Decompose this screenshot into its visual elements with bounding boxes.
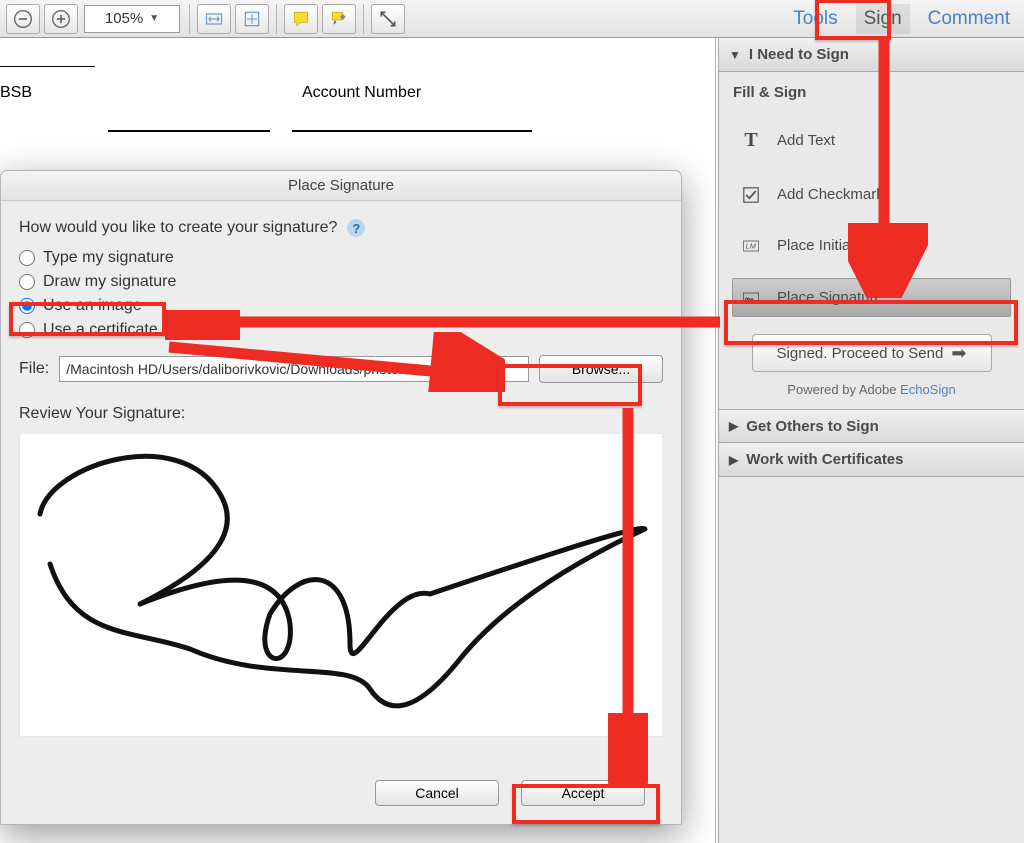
- panel-item-add-checkmark[interactable]: Add Checkmark: [733, 176, 1010, 213]
- file-path-input[interactable]: /Macintosh HD/Users/daliborivkovic/Downl…: [59, 356, 529, 382]
- menu-comment[interactable]: Comment: [920, 4, 1018, 34]
- zoom-value: 105%: [105, 10, 143, 27]
- svg-text:LM: LM: [746, 241, 757, 250]
- dialog-body: How would you like to create your signat…: [1, 201, 681, 755]
- text-icon: T: [739, 129, 763, 152]
- highlighter-icon: [329, 9, 349, 29]
- radio-use-image[interactable]: Use an image: [19, 297, 663, 315]
- panel-section-get-others[interactable]: ▶ Get Others to Sign: [719, 409, 1024, 443]
- initials-icon: LM: [739, 238, 763, 254]
- toolbar-divider: [363, 4, 364, 34]
- sticky-note-button[interactable]: [284, 4, 318, 34]
- review-label: Review Your Signature:: [19, 405, 663, 423]
- panel-item-label: Add Checkmark: [777, 186, 884, 203]
- panel-item-label: Place Signature: [777, 289, 883, 306]
- field-label-account: Account Number: [302, 84, 421, 102]
- radio-draw-signature[interactable]: Draw my signature: [19, 273, 663, 291]
- radio-label: Draw my signature: [43, 273, 176, 291]
- radio-input[interactable]: [19, 298, 35, 314]
- dialog-question: How would you like to create your signat…: [19, 219, 337, 237]
- radio-use-certificate[interactable]: Use a certificate: [19, 321, 663, 339]
- disclosure-triangle-icon: ▼: [729, 48, 741, 62]
- radio-label: Use an image: [43, 297, 142, 315]
- radio-type-signature[interactable]: Type my signature: [19, 249, 663, 267]
- field-label-bsb: BSB: [0, 84, 32, 102]
- main-toolbar: 105% ▼ Tools Sign Comment: [0, 0, 1024, 38]
- menu-tools[interactable]: Tools: [785, 4, 845, 34]
- form-field: [108, 130, 270, 132]
- radio-label: Use a certificate: [43, 321, 158, 339]
- dialog-question-row: How would you like to create your signat…: [19, 219, 663, 237]
- fit-page-button[interactable]: [235, 4, 269, 34]
- comment-bubble-icon: [291, 9, 311, 29]
- panel-item-place-initials[interactable]: LM Place Initials: [733, 227, 1010, 264]
- plus-circle-icon: [51, 9, 71, 29]
- dropdown-caret-icon: ▼: [149, 13, 159, 24]
- radio-input[interactable]: [19, 274, 35, 290]
- panel-item-place-signature[interactable]: Place Signature: [732, 278, 1011, 317]
- zoom-out-button[interactable]: [6, 4, 40, 34]
- proceed-to-send-button[interactable]: Signed. Proceed to Send ➡: [752, 334, 992, 372]
- zoom-level-select[interactable]: 105% ▼: [84, 5, 180, 33]
- accept-button[interactable]: Accept: [521, 780, 645, 806]
- toolbar-divider: [276, 4, 277, 34]
- signature-icon: [739, 290, 763, 306]
- form-field: [0, 66, 95, 67]
- highlight-button[interactable]: [322, 4, 356, 34]
- browse-button[interactable]: Browse...: [539, 355, 663, 383]
- panel-header-label: Work with Certificates: [746, 451, 903, 468]
- disclosure-triangle-icon: ▶: [729, 419, 738, 433]
- radio-input[interactable]: [19, 322, 35, 338]
- panel-item-add-text[interactable]: T Add Text: [733, 119, 1010, 162]
- minus-circle-icon: [13, 9, 33, 29]
- panel-subtitle: Fill & Sign: [733, 84, 1010, 101]
- fullscreen-button[interactable]: [371, 4, 405, 34]
- sign-side-panel: ▼ I Need to Sign Fill & Sign T Add Text …: [718, 38, 1024, 843]
- panel-section-need-to-sign[interactable]: ▼ I Need to Sign: [719, 38, 1024, 72]
- file-label: File:: [19, 360, 49, 378]
- dialog-button-row: Cancel Accept: [1, 780, 681, 806]
- fit-width-button[interactable]: [197, 4, 231, 34]
- panel-content: Fill & Sign T Add Text Add Checkmark LM …: [719, 72, 1024, 409]
- panel-header-label: I Need to Sign: [749, 46, 849, 63]
- powered-by-text: Powered by Adobe EchoSign: [733, 382, 1010, 397]
- fit-width-icon: [204, 9, 224, 29]
- form-field: [292, 130, 532, 132]
- cancel-button[interactable]: Cancel: [375, 780, 499, 806]
- panel-item-label: Add Text: [777, 132, 835, 149]
- arrow-right-icon: ➡: [951, 343, 966, 364]
- radio-input[interactable]: [19, 250, 35, 266]
- signature-image: [20, 434, 664, 738]
- panel-header-label: Get Others to Sign: [746, 418, 879, 435]
- panel-section-certificates[interactable]: ▶ Work with Certificates: [719, 443, 1024, 477]
- checkmark-icon: [739, 187, 763, 203]
- echosign-link[interactable]: EchoSign: [900, 382, 956, 397]
- place-signature-dialog: Place Signature How would you like to cr…: [0, 170, 682, 825]
- toolbar-divider: [189, 4, 190, 34]
- help-icon[interactable]: ?: [347, 219, 365, 237]
- file-row: File: /Macintosh HD/Users/daliborivkovic…: [19, 355, 663, 383]
- toolbar-right-menus: Tools Sign Comment: [785, 0, 1018, 37]
- disclosure-triangle-icon: ▶: [729, 453, 738, 467]
- signature-preview: [19, 433, 663, 737]
- proceed-label: Signed. Proceed to Send: [777, 345, 944, 362]
- dialog-title: Place Signature: [1, 171, 681, 201]
- radio-label: Type my signature: [43, 249, 174, 267]
- zoom-in-button[interactable]: [44, 4, 78, 34]
- menu-sign[interactable]: Sign: [856, 4, 910, 34]
- fit-page-icon: [242, 9, 262, 29]
- expand-icon: [378, 9, 398, 29]
- panel-item-label: Place Initials: [777, 237, 861, 254]
